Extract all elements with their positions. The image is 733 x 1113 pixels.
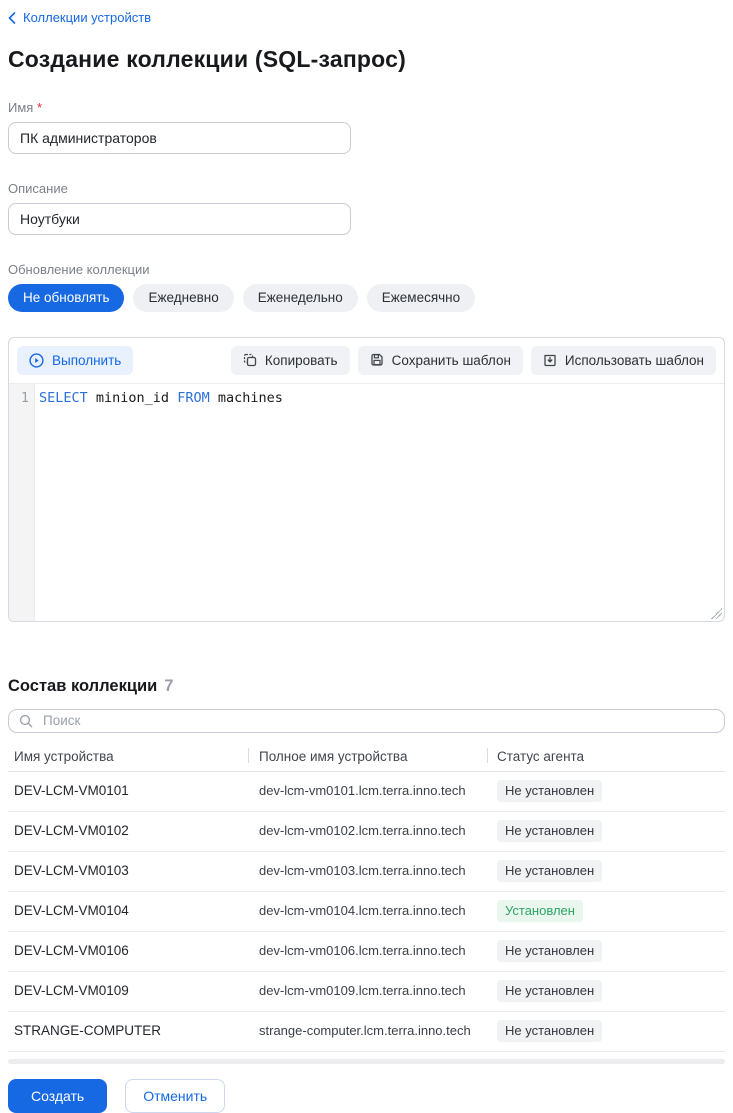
- agent-status-cell: Не установлен: [487, 972, 725, 1011]
- collection-count: 7: [164, 677, 173, 696]
- table-row: DEV-LCM-VM0102dev-lcm-vm0102.lcm.terra.i…: [8, 812, 725, 852]
- name-field-label: Имя *: [8, 100, 725, 115]
- column-header-device-name: Имя устройства: [8, 744, 248, 771]
- refresh-option-daily[interactable]: Ежедневно: [133, 284, 233, 312]
- device-fqdn-cell: dev-lcm-vm0101.lcm.terra.inno.tech: [248, 775, 487, 807]
- description-input[interactable]: [8, 203, 351, 235]
- agent-status-cell: Не установлен: [487, 772, 725, 811]
- table-row: STRANGE-COMPUTERstrange-computer.lcm.ter…: [8, 1012, 725, 1052]
- device-name-cell: DEV-LCM-VM0101: [8, 775, 248, 807]
- refresh-option-none[interactable]: Не обновлять: [8, 284, 124, 312]
- agent-status-cell: Не установлен: [487, 852, 725, 891]
- device-name-cell: STRANGE-COMPUTER: [8, 1015, 248, 1047]
- refresh-field-label: Обновление коллекции: [8, 262, 725, 277]
- sql-code-line[interactable]: SELECT minion_id FROM machines: [35, 384, 724, 621]
- device-fqdn-cell: dev-lcm-vm0103.lcm.terra.inno.tech: [248, 855, 487, 887]
- device-name-cell: DEV-LCM-VM0109: [8, 975, 248, 1007]
- refresh-option-monthly[interactable]: Ежемесячно: [367, 284, 475, 312]
- device-fqdn-cell: dev-lcm-vm0109.lcm.terra.inno.tech: [248, 975, 487, 1007]
- agent-status-badge: Не установлен: [497, 780, 602, 802]
- sql-editor-toolbar: Выполнить Копировать Сохранить шаблон: [9, 338, 724, 384]
- page-title: Создание коллекции (SQL-запрос): [8, 46, 725, 73]
- create-button[interactable]: Создать: [8, 1079, 107, 1113]
- resize-handle[interactable]: [711, 608, 722, 619]
- agent-status-badge: Не установлен: [497, 860, 602, 882]
- breadcrumb-back-link[interactable]: Коллекции устройств: [8, 10, 151, 25]
- table-row: DEV-LCM-VM0103dev-lcm-vm0103.lcm.terra.i…: [8, 852, 725, 892]
- description-field-label: Описание: [8, 181, 725, 196]
- table-row: DEV-LCM-VM0104dev-lcm-vm0104.lcm.terra.i…: [8, 892, 725, 932]
- device-name-cell: DEV-LCM-VM0103: [8, 855, 248, 887]
- name-input[interactable]: [8, 122, 351, 154]
- agent-status-badge: Не установлен: [497, 980, 602, 1002]
- agent-status-badge: Не установлен: [497, 1020, 602, 1042]
- agent-status-cell: Не установлен: [487, 932, 725, 971]
- back-chevron-icon: [8, 12, 16, 24]
- search-icon: [19, 714, 33, 733]
- agent-status-cell: Не установлен: [487, 1012, 725, 1051]
- device-fqdn-cell: dev-lcm-vm0104.lcm.terra.inno.tech: [248, 895, 487, 927]
- code-token-keyword: FROM: [177, 390, 210, 406]
- collection-section-title: Состав коллекции 7: [8, 677, 725, 696]
- device-fqdn-cell: strange-computer.lcm.terra.inno.tech: [248, 1015, 487, 1047]
- code-token-plain: minion_id: [88, 390, 177, 406]
- devices-table: Имя устройства Полное имя устройства Ста…: [8, 744, 725, 1064]
- device-name-cell: DEV-LCM-VM0102: [8, 815, 248, 847]
- code-editor[interactable]: 1 SELECT minion_id FROM machines: [9, 384, 724, 621]
- copy-button[interactable]: Копировать: [231, 346, 350, 375]
- play-circle-icon: [29, 353, 44, 368]
- table-body: DEV-LCM-VM0101dev-lcm-vm0101.lcm.terra.i…: [8, 772, 725, 1052]
- table-header-row: Имя устройства Полное имя устройства Ста…: [8, 744, 725, 772]
- template-download-icon: [543, 353, 557, 367]
- sql-editor-panel: Выполнить Копировать Сохранить шаблон: [8, 337, 725, 622]
- footer-actions: Создать Отменить: [8, 1079, 725, 1113]
- device-fqdn-cell: dev-lcm-vm0102.lcm.terra.inno.tech: [248, 815, 487, 847]
- refresh-option-weekly[interactable]: Еженедельно: [243, 284, 358, 312]
- refresh-options: Не обновлять Ежедневно Еженедельно Ежемесяч…: [8, 284, 725, 312]
- search-wrapper: [8, 709, 725, 733]
- agent-status-badge: Не установлен: [497, 820, 602, 842]
- save-floppy-icon: [370, 353, 384, 367]
- table-row: DEV-LCM-VM0101dev-lcm-vm0101.lcm.terra.i…: [8, 772, 725, 812]
- copy-icon: [243, 353, 257, 367]
- line-number-gutter: 1: [9, 384, 35, 621]
- code-token-keyword: SELECT: [39, 390, 88, 406]
- create-collection-page: Коллекции устройств Создание коллекции (…: [0, 0, 733, 1113]
- save-template-button[interactable]: Сохранить шаблон: [358, 346, 523, 375]
- table-row: DEV-LCM-VM0106dev-lcm-vm0106.lcm.terra.i…: [8, 932, 725, 972]
- toolbar-right-group: Копировать Сохранить шаблон Использовать…: [231, 346, 716, 375]
- device-name-cell: DEV-LCM-VM0106: [8, 935, 248, 967]
- required-asterisk: *: [37, 100, 42, 115]
- use-template-button[interactable]: Использовать шаблон: [531, 346, 716, 375]
- device-fqdn-cell: dev-lcm-vm0106.lcm.terra.inno.tech: [248, 935, 487, 967]
- search-input[interactable]: [8, 709, 725, 733]
- run-query-button[interactable]: Выполнить: [17, 346, 133, 375]
- agent-status-badge: Не установлен: [497, 940, 602, 962]
- agent-status-cell: Установлен: [487, 892, 725, 931]
- device-name-cell: DEV-LCM-VM0104: [8, 895, 248, 927]
- table-row: DEV-LCM-VM0109dev-lcm-vm0109.lcm.terra.i…: [8, 972, 725, 1012]
- cancel-button[interactable]: Отменить: [125, 1079, 225, 1113]
- horizontal-scrollbar[interactable]: [8, 1059, 725, 1064]
- agent-status-cell: Не установлен: [487, 812, 725, 851]
- column-header-fqdn: Полное имя устройства: [248, 744, 487, 771]
- breadcrumb-label: Коллекции устройств: [23, 10, 151, 25]
- code-token-plain: machines: [210, 390, 283, 406]
- agent-status-badge: Установлен: [497, 900, 583, 922]
- column-header-agent-status: Статус агента: [487, 744, 725, 771]
